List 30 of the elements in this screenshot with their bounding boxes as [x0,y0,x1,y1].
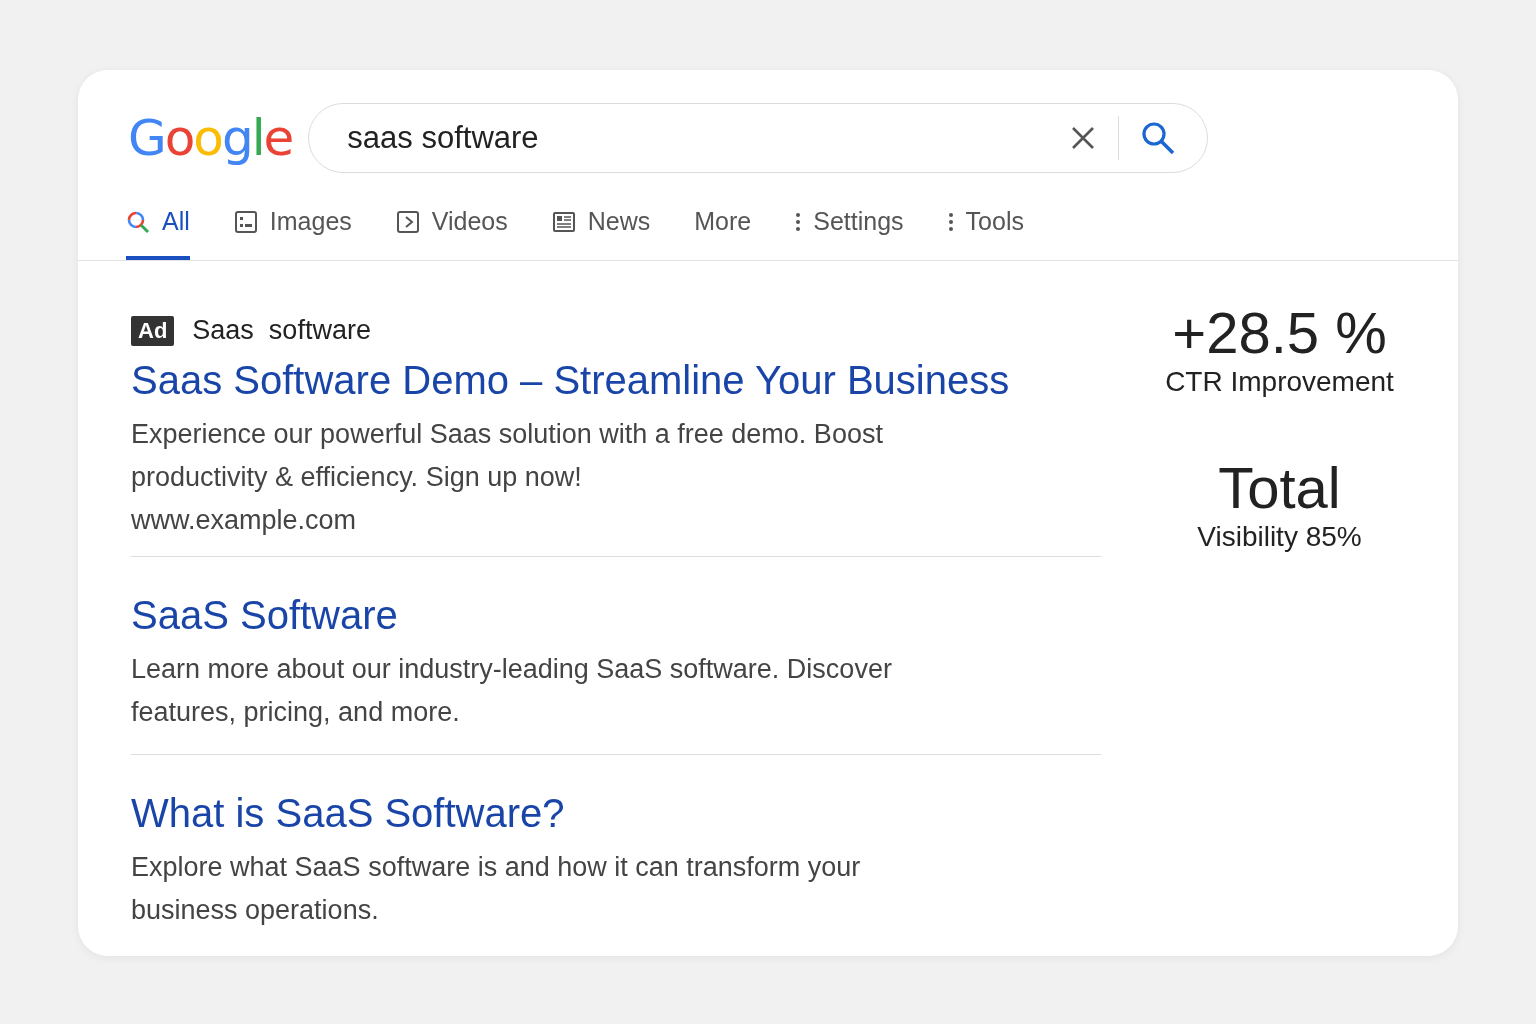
more-vertical-icon [795,211,802,232]
tab[interactable]: Settings [795,193,904,260]
newspaper-icon [551,209,576,234]
play-icon [395,209,420,234]
search-field[interactable]: saas software [345,119,1049,157]
search-icon [126,209,150,234]
tab[interactable]: All [126,193,190,260]
tab[interactable]: Tools [947,193,1024,260]
logo[interactable]: Google [128,109,293,167]
tab[interactable]: Images [233,193,352,260]
close-icon[interactable] [1070,125,1097,151]
advertiser-name: Saas software [192,315,371,346]
image-icon [233,209,258,234]
result-title-link[interactable]: Saas Software Demo – Streamline Your Business [131,358,1101,403]
more-vertical-icon [947,211,954,232]
ad-badge: Ad [131,315,175,346]
stat-label: Visibility 85% [1197,521,1362,553]
tab[interactable]: Videos [395,193,508,260]
stat-value: Total [1217,454,1342,521]
tab[interactable]: News [551,193,651,260]
stat-label: CTR Improvement [1165,366,1394,398]
tab[interactable]: More [694,193,752,260]
result-snippet: Explore what SaaS software is and how it can transform your business operations. [131,851,862,927]
result-snippet: Experience our powerful Saas solution with a free demo. Boost productivity & efficiency. Sign up now! [131,418,884,494]
search-icon[interactable] [1141,121,1176,155]
result-title-link[interactable]: SaaS Software [131,593,1101,638]
result-snippet: Learn more about our industry-leading SaaS software. Discover features, pricing, and more. [131,653,893,729]
stat-value: +28.5 % [1171,299,1388,366]
result-url: www.example.com [131,505,358,536]
result-title-link[interactable]: What is SaaS Software? [131,791,1101,836]
